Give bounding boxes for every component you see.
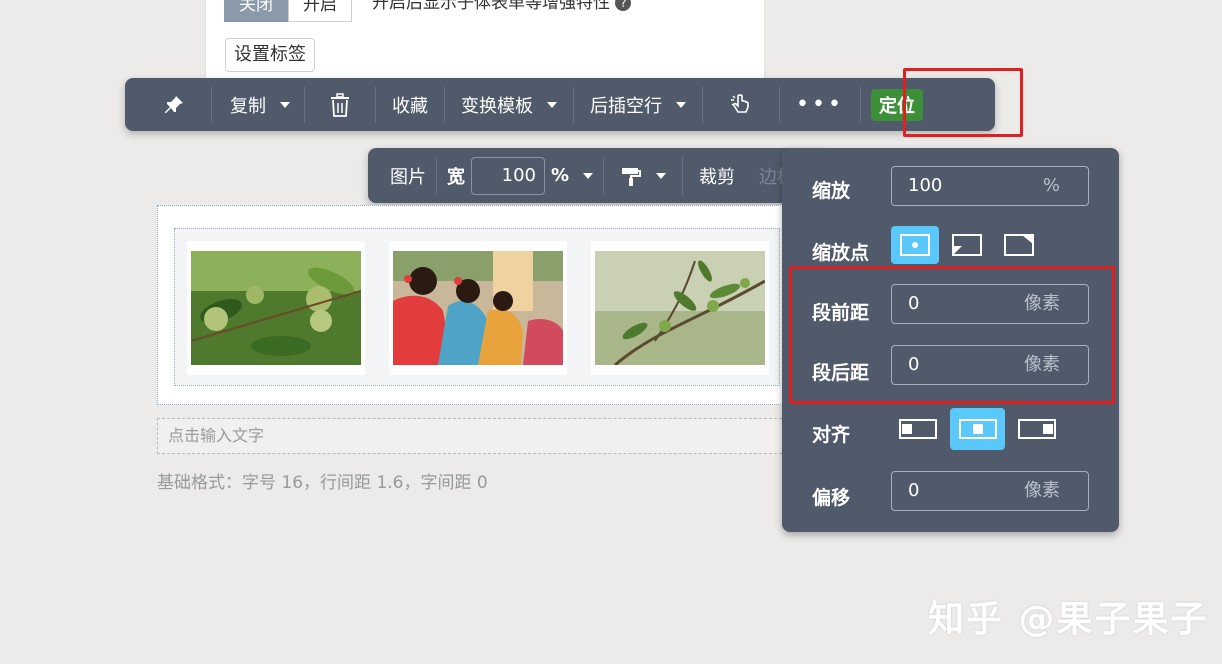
toggle-description: 开启后显示子体表单等增强特性 ? xyxy=(372,0,632,13)
text-input-placeholder[interactable]: 点击输入文字 xyxy=(157,418,797,454)
scale-input[interactable]: 100 % xyxy=(891,166,1089,206)
delete-button[interactable] xyxy=(305,78,375,131)
scale-point-center-button[interactable] xyxy=(891,226,939,264)
chevron-down-icon xyxy=(280,101,290,108)
trash-icon xyxy=(331,92,349,117)
scale-label: 缩放 xyxy=(812,180,851,202)
block-toolbar: 复制 收藏 变换模板 后插空行 ••• 定位 xyxy=(125,78,995,131)
feature-toggle[interactable]: 关闭 开启 xyxy=(224,0,352,22)
width-label: 宽 xyxy=(447,166,465,188)
scale-point-top-right-button[interactable] xyxy=(995,226,1043,264)
chevron-down-icon xyxy=(656,172,667,179)
change-template-label: 变换模板 xyxy=(461,95,533,117)
align-right-button[interactable] xyxy=(1013,410,1061,448)
chevron-down-icon xyxy=(676,101,686,108)
copy-dropdown[interactable]: 复制 xyxy=(212,78,304,131)
image-cell-2[interactable] xyxy=(389,241,567,375)
crop-button[interactable]: 裁剪 xyxy=(683,148,751,203)
toggle-on-button[interactable]: 开启 xyxy=(288,0,352,22)
image-gallery-block[interactable] xyxy=(157,205,797,405)
toggle-off-button[interactable]: 关闭 xyxy=(224,0,288,22)
watermark: 知乎 @果子果子 xyxy=(928,599,1209,640)
set-tag-button[interactable]: 设置标签 xyxy=(225,38,315,72)
chevron-down-icon xyxy=(583,172,594,179)
more-button[interactable]: ••• xyxy=(780,78,860,131)
align-label: 对齐 xyxy=(812,424,851,446)
chevron-down-icon xyxy=(547,101,557,108)
align-center-button[interactable] xyxy=(950,408,1005,450)
image-type-label: 图片 xyxy=(390,166,426,188)
pomegranate-buds-image xyxy=(190,251,362,365)
offset-label: 偏移 xyxy=(812,487,851,509)
offset-unit: 像素 xyxy=(1024,480,1060,501)
hanfu-girls-image xyxy=(393,251,563,365)
pin-icon[interactable] xyxy=(125,78,211,131)
corner-top-right-icon xyxy=(1004,234,1034,256)
align-left-button[interactable] xyxy=(894,410,942,448)
change-template-dropdown[interactable]: 变换模板 xyxy=(445,78,573,131)
width-input[interactable]: 100 xyxy=(471,156,545,195)
help-icon[interactable]: ? xyxy=(615,0,632,11)
scale-point-bottom-left-button[interactable] xyxy=(943,226,991,264)
scale-value: 100 xyxy=(908,175,943,196)
image-cell-1[interactable] xyxy=(187,241,365,375)
align-left-icon xyxy=(899,419,937,439)
width-unit-dropdown[interactable]: % xyxy=(545,148,603,203)
hand-pointer-icon xyxy=(731,93,749,113)
favorite-button[interactable]: 收藏 xyxy=(376,78,444,131)
format-painter-dropdown[interactable] xyxy=(604,148,682,203)
image-cell-3[interactable] xyxy=(591,241,769,375)
insert-empty-line-dropdown[interactable]: 后插空行 xyxy=(574,78,702,131)
highlight-box-spacing xyxy=(789,266,1115,404)
paint-roller-icon xyxy=(622,167,642,186)
align-center-icon xyxy=(958,419,997,439)
offset-input[interactable]: 0 像素 xyxy=(891,471,1089,511)
base-format-info: 基础格式：字号 16，行间距 1.6，字间距 0 xyxy=(157,473,488,493)
scale-point-label: 缩放点 xyxy=(812,242,870,264)
image-toolbar: 图片 宽 100 % 裁剪 边框 xyxy=(368,148,828,203)
width-unit: % xyxy=(551,165,570,186)
offset-value: 0 xyxy=(908,480,920,501)
center-point-icon xyxy=(900,234,930,256)
toggle-description-text: 开启后显示子体表单等增强特性 xyxy=(372,0,610,13)
align-right-icon xyxy=(1018,419,1056,439)
image-row xyxy=(174,228,780,386)
select-pointer-button[interactable] xyxy=(703,78,779,131)
corner-bottom-left-icon xyxy=(952,234,982,256)
insert-empty-line-label: 后插空行 xyxy=(590,95,662,117)
scale-unit: % xyxy=(1042,175,1060,196)
highlight-box-locate xyxy=(903,68,1023,137)
copy-label: 复制 xyxy=(230,95,266,117)
apricot-branch-image xyxy=(595,251,766,367)
